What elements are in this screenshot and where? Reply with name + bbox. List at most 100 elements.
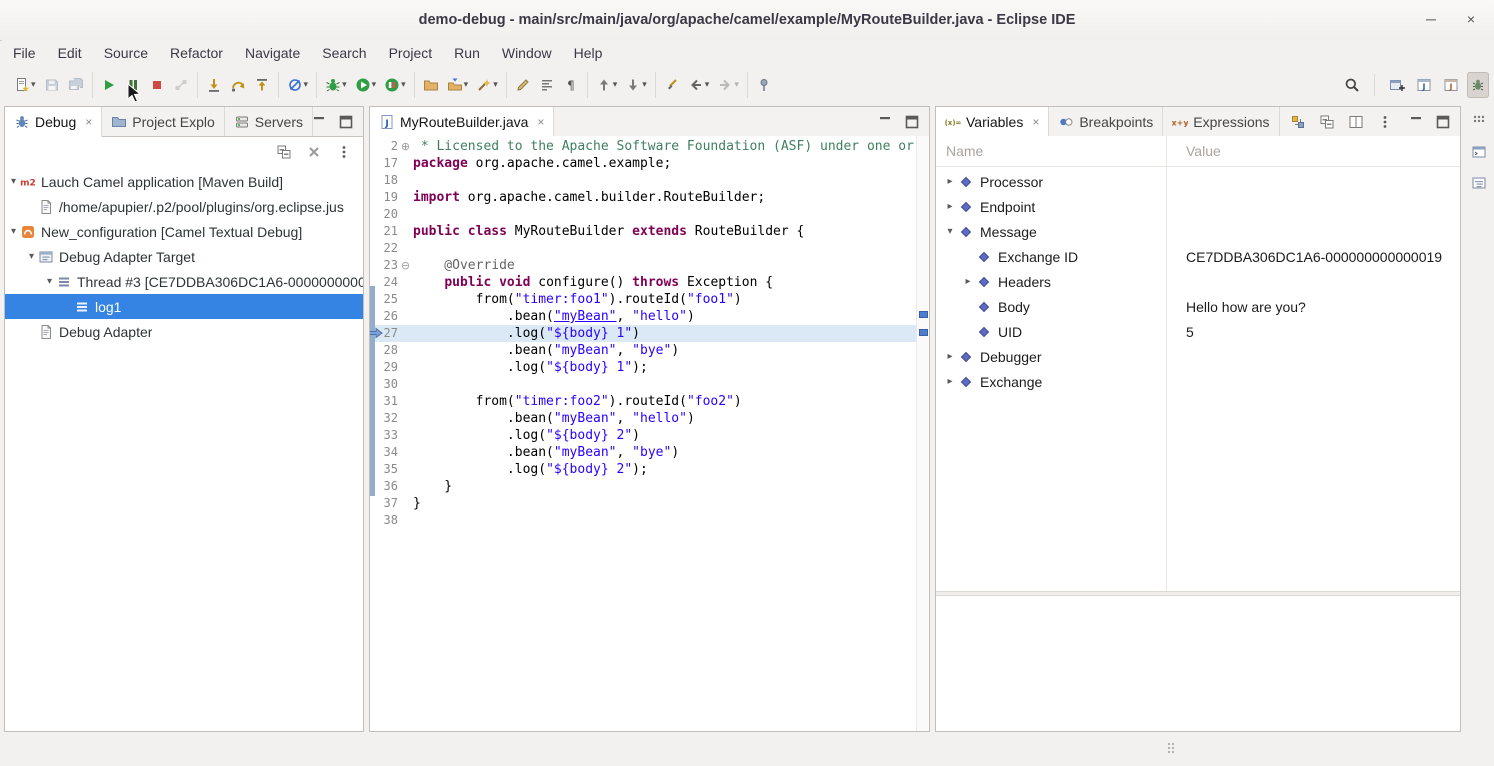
code-line-24[interactable]: 24 public void configure() throws Except… (370, 274, 917, 291)
collapse-all-button[interactable] (275, 143, 293, 161)
outline-view-button[interactable] (1470, 174, 1488, 192)
dropdown-arrow-icon[interactable]: ▾ (734, 79, 739, 90)
maximize-view-button[interactable] (903, 113, 921, 131)
tab-expressions[interactable]: x+yExpressions (1163, 107, 1279, 136)
tab-project-explo[interactable]: Project Explo (102, 107, 224, 136)
menu-edit[interactable]: Edit (47, 40, 93, 66)
close-icon[interactable]: × (85, 115, 92, 129)
expander-icon[interactable]: ▸ (942, 351, 958, 362)
disconnect-button[interactable] (170, 72, 192, 98)
dropdown-arrow-icon[interactable]: ▾ (642, 79, 647, 90)
overview-ruler[interactable] (916, 136, 929, 731)
step-return-button[interactable] (251, 72, 273, 98)
search-button[interactable] (1341, 72, 1363, 98)
search-wand-button[interactable]: ▾ (473, 72, 501, 98)
expander-icon[interactable]: ▾ (7, 226, 20, 237)
next-annotation-button[interactable]: ▾ (622, 72, 650, 98)
step-into-button[interactable] (203, 72, 225, 98)
code-line-33[interactable]: 33 .log("${body} 2") (370, 427, 917, 444)
expander-icon[interactable]: ▾ (7, 176, 20, 187)
layout-button[interactable] (1347, 113, 1365, 131)
code-line-20[interactable]: 20 (370, 206, 917, 223)
forward-button[interactable]: ▾ (714, 72, 742, 98)
menu-file[interactable]: File (2, 40, 47, 66)
save-all-button[interactable] (65, 72, 87, 98)
dropdown-arrow-icon[interactable]: ▾ (401, 79, 406, 90)
code-line-2[interactable]: 2⊕ * Licensed to the Apache Software Fou… (370, 138, 917, 155)
variable-row-uid[interactable]: UID5 (936, 319, 1460, 344)
code-line-36[interactable]: 36 } (370, 478, 917, 495)
open-folder-button[interactable] (420, 72, 442, 98)
variable-detail-pane[interactable] (936, 596, 1460, 731)
javaee-perspective-button[interactable]: J (1440, 72, 1462, 98)
terminate-button[interactable] (146, 72, 168, 98)
code-line-31[interactable]: 31 from("timer:foo2").routeId("foo2") (370, 393, 917, 410)
overview-annotation-mark[interactable] (919, 311, 928, 318)
skip-breakpoints-button[interactable]: ▾ (284, 72, 312, 98)
show-logical-structure-button[interactable] (1289, 113, 1307, 131)
open-perspective-button[interactable] (1386, 72, 1408, 98)
code-line-19[interactable]: 19import org.apache.camel.builder.RouteB… (370, 189, 917, 206)
variable-row-endpoint[interactable]: ▸Endpoint (936, 194, 1460, 219)
minimize-view-button[interactable] (310, 113, 328, 131)
expander-icon[interactable]: ▸ (942, 176, 958, 187)
variable-row-message[interactable]: ▾Message (936, 219, 1460, 244)
menu-run[interactable]: Run (443, 40, 491, 66)
variable-row-headers[interactable]: ▸Headers (936, 269, 1460, 294)
expander-icon[interactable]: ▾ (25, 251, 38, 262)
new-wizard-button[interactable]: ▾ (11, 72, 39, 98)
code-line-21[interactable]: 21public class MyRouteBuilder extends Ro… (370, 223, 917, 240)
dropdown-arrow-icon[interactable]: ▾ (304, 79, 309, 90)
code-line-25[interactable]: 25 from("timer:foo1").routeId("foo1") (370, 291, 917, 308)
step-over-button[interactable] (227, 72, 249, 98)
minimize-button[interactable]: ─ (1418, 7, 1444, 33)
dropdown-arrow-icon[interactable]: ▾ (705, 79, 710, 90)
expander-icon[interactable]: ▾ (43, 276, 56, 287)
titlebar[interactable]: demo-debug - main/src/main/java/org/apac… (0, 0, 1494, 41)
tree-item-log1[interactable]: log1 (5, 294, 363, 319)
minimize-view-button[interactable] (1407, 113, 1425, 131)
dropdown-arrow-icon[interactable]: ▾ (372, 79, 377, 90)
close-icon[interactable]: × (1032, 115, 1039, 129)
code-line-30[interactable]: 30 (370, 376, 917, 393)
variable-row-debugger[interactable]: ▸Debugger (936, 344, 1460, 369)
tree-item-debug-adapter-target[interactable]: ▾Debug Adapter Target (5, 244, 363, 269)
collapse-all-button[interactable] (1318, 113, 1336, 131)
maximize-view-button[interactable] (337, 113, 355, 131)
code-line-23[interactable]: 23⊖ @Override (370, 257, 917, 274)
tree-item-new-configuration-camel-textua[interactable]: ▾New_configuration [Camel Textual Debug] (5, 219, 363, 244)
variable-row-processor[interactable]: ▸Processor (936, 169, 1460, 194)
tab-servers[interactable]: Servers (225, 107, 313, 136)
menu-project[interactable]: Project (378, 40, 444, 66)
menu-navigate[interactable]: Navigate (234, 40, 311, 66)
dropdown-arrow-icon[interactable]: ▾ (613, 79, 618, 90)
run-button[interactable]: ▾ (352, 72, 380, 98)
code-line-27[interactable]: 27 .log("${body} 1") (370, 325, 917, 342)
tab-myroutebuilder-java[interactable]: JMyRouteBuilder.java× (370, 107, 554, 137)
variable-row-body[interactable]: BodyHello how are you? (936, 294, 1460, 319)
overview-annotation-mark[interactable] (919, 329, 928, 336)
tree-item-home-apupier-p2-pool-plugins-o[interactable]: /home/apupier/.p2/pool/plugins/org.eclip… (5, 194, 363, 219)
code-line-32[interactable]: 32 .bean("myBean", "hello") (370, 410, 917, 427)
menu-search[interactable]: Search (311, 40, 377, 66)
code-line-17[interactable]: 17package org.apache.camel.example; (370, 155, 917, 172)
fold-plus-icon[interactable]: ⊕ (398, 138, 413, 155)
drag-handle[interactable] (1168, 743, 1170, 745)
close-button[interactable]: × (1458, 7, 1484, 33)
expander-icon[interactable]: ▸ (960, 276, 976, 287)
last-edit-button[interactable] (661, 72, 683, 98)
tab-variables[interactable]: (x)=Variables× (936, 107, 1049, 137)
tab-breakpoints[interactable]: Breakpoints (1049, 107, 1163, 136)
column-header-name[interactable]: Name (946, 136, 983, 166)
variable-row-exchange[interactable]: ▸Exchange (936, 369, 1460, 394)
dropdown-arrow-icon[interactable]: ▾ (464, 79, 469, 90)
code-line-29[interactable]: 29 .log("${body} 1"); (370, 359, 917, 376)
import-button[interactable]: ▾ (444, 72, 472, 98)
expander-icon[interactable]: ▸ (942, 376, 958, 387)
pin-editor-button[interactable] (753, 72, 775, 98)
code-line-37[interactable]: 37} (370, 495, 917, 512)
minimize-view-button[interactable] (876, 113, 894, 131)
tab-debug[interactable]: Debug× (5, 107, 102, 137)
dropdown-arrow-icon[interactable]: ▾ (342, 79, 347, 90)
format-button[interactable] (536, 72, 558, 98)
